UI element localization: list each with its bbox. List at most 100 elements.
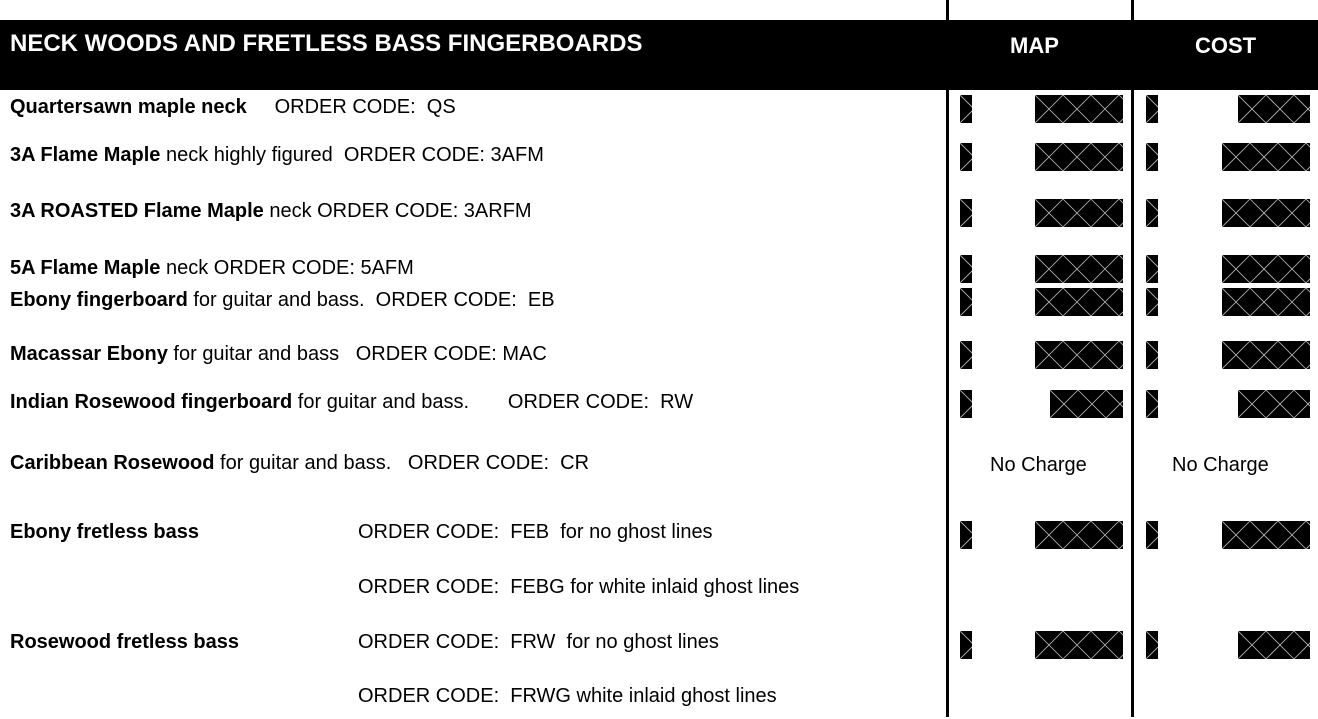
product-details: neck ORDER CODE: 3ARFM — [263, 200, 532, 222]
column-divider-top — [946, 0, 949, 20]
order-code: ORDER CODE: FEBG for white inlaid ghost … — [358, 576, 800, 598]
map-redaction-block — [1035, 143, 1123, 171]
product-description: Ebony fingerboard for guitar and bass. O… — [10, 289, 555, 312]
redaction-hatch — [1238, 390, 1310, 418]
cost-redaction-block — [1238, 95, 1310, 123]
redaction-hatch — [1222, 288, 1310, 316]
table-header: NECK WOODS AND FRETLESS BASS FINGERBOARD… — [0, 0, 1318, 90]
map-redaction-mark — [960, 199, 972, 227]
redaction-hatch — [960, 255, 972, 283]
map-redaction-mark — [960, 390, 972, 418]
map-redaction-block — [1035, 521, 1123, 549]
redaction-hatch — [1238, 631, 1310, 659]
header-top-strip — [0, 0, 1318, 20]
cost-value: No Charge — [1172, 454, 1269, 476]
map-redaction-block — [1035, 288, 1123, 316]
product-description: Indian Rosewood fingerboard for guitar a… — [10, 391, 693, 414]
product-name: 3A Flame Maple — [10, 144, 161, 166]
redaction-hatch — [1146, 631, 1158, 659]
product-details: for guitar and bass. ORDER CODE: RW — [292, 391, 694, 413]
map-redaction-mark — [960, 143, 972, 171]
redaction-hatch — [1035, 255, 1123, 283]
cost-redaction-mark — [1146, 199, 1158, 227]
redaction-hatch — [1146, 95, 1158, 123]
product-details: neck ORDER CODE: 5AFM — [160, 257, 414, 279]
cost-redaction-block — [1222, 255, 1310, 283]
column-divider-top — [1131, 0, 1134, 20]
redaction-hatch — [1035, 143, 1123, 171]
redaction-hatch — [1146, 390, 1158, 418]
product-details: for guitar and bass ORDER CODE: MAC — [167, 343, 547, 365]
cost-redaction-block — [1222, 288, 1310, 316]
cost-redaction-mark — [1146, 288, 1158, 316]
cost-redaction-mark — [1146, 341, 1158, 369]
product-name: 5A Flame Maple — [10, 257, 161, 279]
map-redaction-block — [1050, 390, 1123, 418]
cost-column-header: COST — [1195, 33, 1257, 58]
map-redaction-block — [1035, 341, 1123, 369]
redaction-hatch — [1035, 341, 1123, 369]
redaction-hatch — [1146, 255, 1158, 283]
product-description: Caribbean Rosewood for guitar and bass. … — [10, 452, 589, 475]
product-name: Ebony fingerboard — [10, 289, 188, 311]
table-row: 3A ROASTED Flame Maple neck ORDER CODE: … — [0, 194, 1318, 234]
redaction-hatch — [1146, 199, 1158, 227]
table-row: Macassar Ebony for guitar and bass ORDER… — [0, 337, 1318, 377]
order-code: ORDER CODE: FRWG white inlaid ghost line… — [358, 685, 777, 707]
map-redaction-block — [1035, 95, 1123, 123]
cost-redaction-mark — [1146, 631, 1158, 659]
product-name: Rosewood fretless bass — [10, 631, 239, 653]
cost-redaction-block — [1222, 521, 1310, 549]
order-code: ORDER CODE: FRW for no ghost lines — [358, 631, 719, 653]
table-row: 3A Flame Maple neck highly figured ORDER… — [0, 138, 1318, 178]
table-row: Ebony fretless bass ORDER CODE: FEB for … — [0, 515, 1318, 555]
map-redaction-block — [1035, 199, 1123, 227]
map-column-header: MAP — [1010, 33, 1059, 58]
map-redaction-mark — [960, 631, 972, 659]
redaction-hatch — [1035, 95, 1123, 123]
redaction-hatch — [1222, 199, 1310, 227]
cost-redaction-mark — [1146, 143, 1158, 171]
redaction-hatch — [1050, 390, 1123, 418]
table-row: Ebony fingerboard for guitar and bass. O… — [0, 283, 1318, 323]
redaction-hatch — [1035, 199, 1123, 227]
product-description: 3A Flame Maple neck highly figured ORDER… — [10, 144, 544, 167]
redaction-hatch — [1146, 288, 1158, 316]
table-row: Caribbean Rosewood for guitar and bass. … — [0, 446, 1318, 486]
table-row: ORDER CODE: FEBG for white inlaid ghost … — [0, 570, 1318, 610]
redaction-hatch — [960, 199, 972, 227]
product-description: Macassar Ebony for guitar and bass ORDER… — [10, 343, 547, 366]
order-code: ORDER CODE: FEB for no ghost lines — [358, 521, 713, 543]
map-redaction-mark — [960, 95, 972, 123]
redaction-hatch — [1222, 521, 1310, 549]
redaction-hatch — [960, 341, 972, 369]
cost-redaction-block — [1238, 631, 1310, 659]
map-redaction-block — [1035, 631, 1123, 659]
redaction-hatch — [960, 390, 972, 418]
product-details: ORDER CODE: QS — [246, 96, 456, 118]
redaction-hatch — [1222, 341, 1310, 369]
product-name: Indian Rosewood fingerboard — [10, 391, 293, 413]
cost-redaction-mark — [1146, 95, 1158, 123]
cost-redaction-mark — [1146, 521, 1158, 549]
redaction-hatch — [1222, 143, 1310, 171]
redaction-hatch — [1238, 95, 1310, 123]
redaction-hatch — [1035, 288, 1123, 316]
map-value: No Charge — [990, 454, 1087, 476]
product-name: Quartersawn maple neck — [10, 96, 247, 118]
redaction-hatch — [1035, 521, 1123, 549]
redaction-hatch — [1222, 255, 1310, 283]
product-details: for guitar and bass. ORDER CODE: CR — [214, 452, 590, 474]
product-description: 3A ROASTED Flame Maple neck ORDER CODE: … — [10, 200, 532, 223]
map-redaction-mark — [960, 288, 972, 316]
map-redaction-mark — [960, 521, 972, 549]
cost-redaction-mark — [1146, 255, 1158, 283]
map-redaction-mark — [960, 341, 972, 369]
table-row: Rosewood fretless bass ORDER CODE: FRW f… — [0, 625, 1318, 665]
redaction-hatch — [1146, 521, 1158, 549]
redaction-hatch — [960, 143, 972, 171]
product-details: neck highly figured ORDER CODE: 3AFM — [160, 144, 544, 166]
cost-redaction-mark — [1146, 390, 1158, 418]
map-redaction-block — [1035, 255, 1123, 283]
map-redaction-mark — [960, 255, 972, 283]
